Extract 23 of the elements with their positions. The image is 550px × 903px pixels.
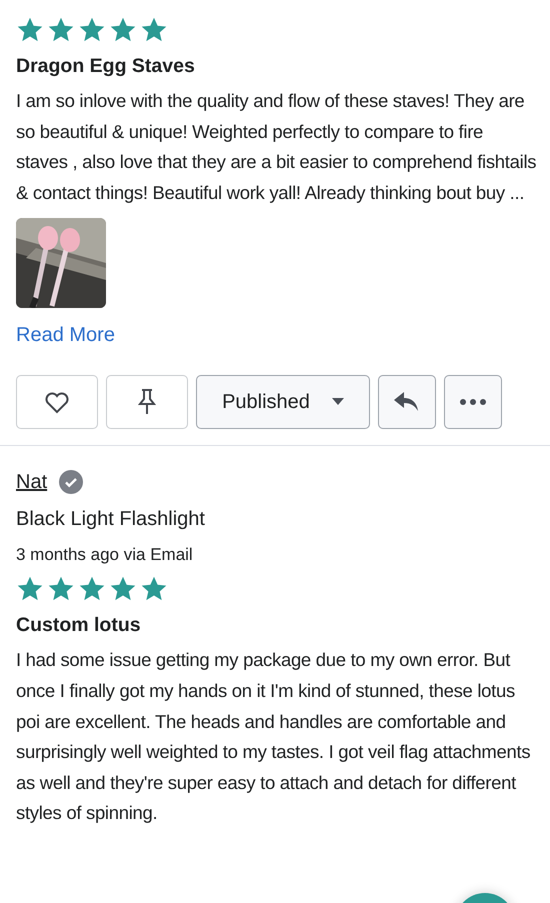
star-icon: [47, 16, 75, 44]
review-meta: 3 months ago via Email: [16, 545, 194, 566]
review-title: Custom lotus: [16, 613, 142, 638]
star-icon: [16, 16, 44, 44]
review-title: Dragon Egg Staves: [16, 54, 196, 79]
reply-button[interactable]: [378, 375, 436, 430]
star-icon: [140, 16, 168, 44]
reviewer-name[interactable]: Nat: [16, 470, 48, 494]
reply-icon: [394, 392, 420, 412]
star-icon: [109, 16, 137, 44]
review-text: I am so inlove with the quality and flow of these staves! They are so beautiful & unique! Weighted perfectly to compare to fire staves , also love that they are a bit easier to comprehend fishtails & contact things! Beautiful work yall! Already thinking bout buy ...: [16, 89, 538, 205]
pin-button[interactable]: [106, 375, 188, 430]
like-button[interactable]: [16, 375, 98, 430]
more-button[interactable]: [444, 375, 502, 430]
caret-icon: [332, 398, 344, 406]
review-text: I had some issue getting my package due to my own error. But once I finally got my hands on it I'm kind of stunned, these lotus poi are excellent. The heads and handles are comfortable and surprisingly well weighted to my tastes. I got veil flag attachments as well and they're super easy to attach and detach for different styles of spinning.: [16, 648, 532, 826]
pin-icon: [138, 388, 156, 416]
read-more-link[interactable]: Read More: [16, 324, 115, 348]
more-icon: [460, 399, 486, 406]
heart-icon: [44, 390, 70, 414]
star-icon: [78, 16, 106, 44]
product-name: Black Light Flashlight: [16, 508, 206, 532]
status-dropdown[interactable]: Published: [196, 375, 370, 430]
